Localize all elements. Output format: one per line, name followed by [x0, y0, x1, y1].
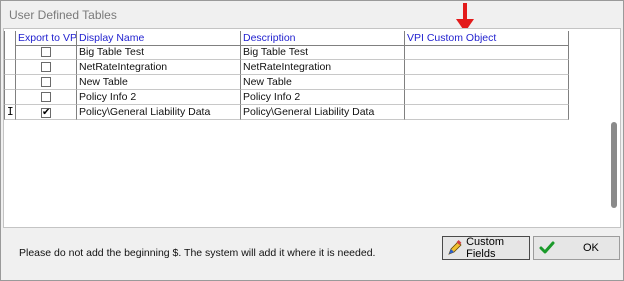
export-checkbox[interactable]: [41, 92, 51, 102]
green-check-icon: [538, 239, 556, 257]
tables-grid[interactable]: Export to VPI Display Name Description V…: [3, 28, 621, 228]
export-cell[interactable]: [16, 45, 77, 60]
export-cell[interactable]: ✔: [16, 105, 77, 120]
column-header-vpi-custom-object[interactable]: VPI Custom Object: [405, 31, 569, 46]
row-header-corner: [4, 31, 16, 46]
description-cell[interactable]: NetRateIntegration: [241, 60, 405, 75]
row-selector[interactable]: I: [4, 105, 16, 120]
vpi-object-cell[interactable]: [405, 45, 569, 60]
export-cell[interactable]: [16, 60, 77, 75]
export-checkbox[interactable]: ✔: [41, 108, 51, 118]
description-cell[interactable]: Big Table Test: [241, 45, 405, 60]
description-cell[interactable]: New Table: [241, 75, 405, 90]
export-cell[interactable]: [16, 90, 77, 105]
vertical-scrollbar[interactable]: [611, 122, 617, 208]
text-cursor-icon: I: [7, 105, 14, 118]
description-cell[interactable]: Policy Info 2: [241, 90, 405, 105]
export-checkbox[interactable]: [41, 77, 51, 87]
row-selector[interactable]: [4, 45, 16, 60]
ok-button[interactable]: OK: [533, 236, 620, 260]
display-name-cell[interactable]: New Table: [77, 75, 241, 90]
ok-label: OK: [583, 242, 599, 254]
display-name-cell[interactable]: NetRateIntegration: [77, 60, 241, 75]
column-header-description[interactable]: Description: [241, 31, 405, 46]
row-selector[interactable]: [4, 90, 16, 105]
custom-fields-button[interactable]: Custom Fields: [442, 236, 530, 260]
vpi-object-cell[interactable]: [405, 90, 569, 105]
column-header-export[interactable]: Export to VPI: [16, 31, 77, 46]
column-header-display-name[interactable]: Display Name: [77, 31, 241, 46]
description-cell[interactable]: Policy\General Liability Data: [241, 105, 405, 120]
row-selector[interactable]: [4, 60, 16, 75]
custom-fields-label: Custom Fields: [466, 236, 505, 260]
vpi-object-cell[interactable]: [405, 75, 569, 90]
export-checkbox[interactable]: [41, 47, 51, 57]
display-name-cell[interactable]: Policy\General Liability Data: [77, 105, 241, 120]
vpi-object-cell[interactable]: [405, 105, 569, 120]
row-selector[interactable]: [4, 75, 16, 90]
user-defined-tables-dialog: User Defined Tables Export to VPI Displa…: [0, 0, 624, 281]
display-name-cell[interactable]: Policy Info 2: [77, 90, 241, 105]
display-name-cell[interactable]: Big Table Test: [77, 45, 241, 60]
vpi-object-cell[interactable]: [405, 60, 569, 75]
window-title: User Defined Tables: [9, 8, 117, 22]
export-checkbox[interactable]: [41, 62, 51, 72]
pencil-icon: [447, 239, 463, 257]
export-cell[interactable]: [16, 75, 77, 90]
footer-note: Please do not add the beginning $. The s…: [19, 247, 376, 259]
